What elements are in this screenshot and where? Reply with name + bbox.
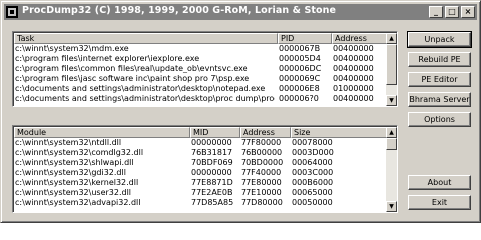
scroll-thumb[interactable] <box>386 44 397 85</box>
module-list[interactable]: Module MID Address Size c:\winnt\system3… <box>12 125 398 213</box>
title-bar[interactable]: ProcDump32 (C) 1998, 1999, 2000 G-RoM, L… <box>4 4 477 20</box>
list-item[interactable]: c:\winnt\system32\comdlg32.dll 76B31817 76… <box>15 149 385 157</box>
list-cell: 0003C000 <box>292 169 334 177</box>
list-cell: 000005D4 <box>279 55 321 63</box>
column-header-module-address[interactable]: Address <box>240 127 291 138</box>
list-cell: 76B00000 <box>241 149 283 157</box>
list-cell: c:\winnt\system32\shlwapi.dll <box>15 159 134 167</box>
list-cell: 0003D000 <box>292 149 334 157</box>
list-cell: 77E80000 <box>241 179 282 187</box>
window-title: ProcDump32 (C) 1998, 1999, 2000 G-RoM, L… <box>22 5 337 16</box>
list-cell: 77E8871D <box>191 179 233 187</box>
minimize-button[interactable]: _ <box>429 6 443 18</box>
list-cell: c:\winnt\system32\advapi32.dll <box>15 199 141 207</box>
procdump-window: ProcDump32 (C) 1998, 1999, 2000 G-RoM, L… <box>0 0 481 223</box>
list-item[interactable]: c:\winnt\system32\shlwapi.dll 70BDF069 70B… <box>15 159 385 167</box>
list-item[interactable]: c:\documents and settings\administrator\… <box>15 85 385 93</box>
list-cell: 000006DC <box>279 65 322 73</box>
list-cell: 00065000 <box>292 189 333 197</box>
list-item[interactable]: c:\winnt\system32\advapi32.dll 77D85A85 77… <box>15 199 385 207</box>
list-cell: 00000000 <box>191 169 232 177</box>
list-cell: 01000000 <box>333 85 374 93</box>
app-icon <box>6 6 18 18</box>
list-cell: 000B6000 <box>292 179 334 187</box>
list-cell: c:\winnt\system32\user32.dll <box>15 189 132 197</box>
list-item[interactable]: c:\winnt\system32\gdi32.dll 00000000 77F40… <box>15 169 385 177</box>
list-cell: 00400000 <box>333 75 374 83</box>
list-cell: 77F80000 <box>241 139 282 147</box>
scroll-up-button[interactable]: ▲ <box>386 127 397 138</box>
list-cell: c:\winnt\system32\ntdll.dll <box>15 139 122 147</box>
module-list-scrollbar[interactable]: ▲ ▼ <box>386 127 397 212</box>
list-cell: c:\program files\jasc software inc\paint… <box>15 75 250 83</box>
rebuild-pe-button[interactable]: Rebuild PE <box>408 52 471 67</box>
list-cell: c:\winnt\system32\gdi32.dll <box>15 169 126 177</box>
maximize-button[interactable]: □ <box>445 6 459 18</box>
scroll-down-button[interactable]: ▼ <box>386 201 397 212</box>
scroll-thumb[interactable] <box>386 138 397 150</box>
list-cell: c:\winnt\system32\comdlg32.dll <box>15 149 144 157</box>
list-cell: 77F40000 <box>241 169 282 177</box>
list-item[interactable]: c:\winnt\system32\user32.dll 77E2AE0B 77E1… <box>15 189 385 197</box>
bhrama-server-button[interactable]: Bhrama Server <box>408 92 471 107</box>
process-list-scrollbar[interactable]: ▲ ▼ <box>386 33 397 106</box>
unpack-button[interactable]: Unpack <box>407 31 472 48</box>
list-cell: 00400000 <box>333 95 374 103</box>
list-cell: c:\winnt\system32\mdm.exe <box>15 45 129 53</box>
list-cell: 70BD0000 <box>241 159 284 167</box>
close-button[interactable]: × <box>461 6 475 18</box>
list-cell: c:\program files\common files\real\updat… <box>15 65 248 73</box>
list-cell: 00400000 <box>333 65 374 73</box>
list-cell: c:\winnt\system32\kernel32.dll <box>15 179 139 187</box>
list-cell: 0000067B <box>279 45 321 53</box>
list-item[interactable]: c:\winnt\system32\mdm.exe 0000067B 0040000… <box>15 45 385 53</box>
list-cell: 77D85A85 <box>191 199 234 207</box>
list-cell: 77E2AE0B <box>191 189 233 197</box>
options-button[interactable]: Options <box>408 112 471 127</box>
list-cell: 77E10000 <box>241 189 282 197</box>
column-header-size[interactable]: Size <box>291 127 387 138</box>
list-item[interactable]: c:\program files\jasc software inc\paint… <box>15 75 385 83</box>
pe-editor-button[interactable]: PE Editor <box>408 72 471 87</box>
list-cell: c:\documents and settings\administrator\… <box>15 95 275 103</box>
list-cell: 000006?0 <box>279 95 319 103</box>
scroll-up-button[interactable]: ▲ <box>386 33 397 44</box>
list-cell: 0000069C <box>279 75 321 83</box>
list-cell: 00064000 <box>292 159 333 167</box>
list-item[interactable]: c:\winnt\system32\kernel32.dll 77E8871D 77… <box>15 179 385 187</box>
list-cell: 00078000 <box>292 139 333 147</box>
list-cell: 77D80000 <box>241 199 283 207</box>
list-cell: 00400000 <box>333 45 374 53</box>
column-header-address[interactable]: Address <box>332 33 387 44</box>
list-item[interactable]: c:\program files\internet explorer\iexpl… <box>15 55 385 63</box>
about-button[interactable]: About <box>408 175 471 190</box>
column-header-task[interactable]: Task <box>14 33 278 44</box>
list-item[interactable]: c:\program files\common files\real\updat… <box>15 65 385 73</box>
list-item[interactable]: c:\documents and settings\administrator\… <box>15 95 385 103</box>
list-cell: 76B31817 <box>191 149 233 157</box>
list-cell: c:\documents and settings\administrator\… <box>15 85 266 93</box>
process-list[interactable]: Task PID Address c:\winnt\system32\mdm.e… <box>12 31 398 107</box>
column-header-mid[interactable]: MID <box>190 127 240 138</box>
list-cell: c:\program files\internet explorer\iexpl… <box>15 55 200 63</box>
list-item[interactable]: c:\winnt\system32\ntdll.dll 00000000 77F80… <box>15 139 385 147</box>
scroll-down-button[interactable]: ▼ <box>386 95 397 106</box>
list-cell: 00050000 <box>292 199 333 207</box>
list-cell: 00400000 <box>333 55 374 63</box>
list-cell: 00000000 <box>191 139 232 147</box>
column-header-pid[interactable]: PID <box>278 33 332 44</box>
list-cell: 70BDF069 <box>191 159 233 167</box>
column-header-module[interactable]: Module <box>14 127 190 138</box>
exit-button[interactable]: Exit <box>408 195 471 210</box>
list-cell: 000006E8 <box>279 85 320 93</box>
